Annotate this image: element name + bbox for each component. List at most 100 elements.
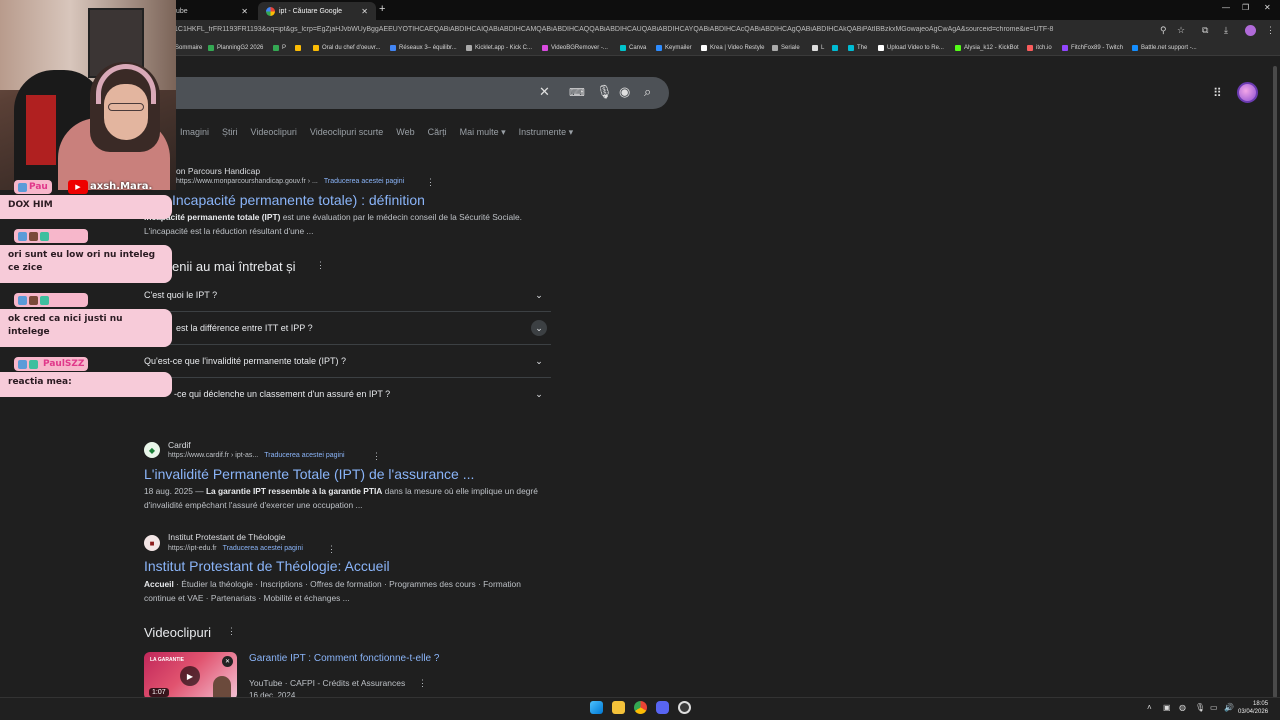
clear-icon[interactable]: ✕ — [539, 84, 550, 100]
bookmark-item[interactable]: Keymailer — [656, 45, 692, 51]
bookmark-item[interactable]: PlanningG2 2026 — [208, 45, 263, 51]
chevron-down-icon: ⌄ — [535, 355, 543, 366]
paa-question[interactable]: C'est quoi le IPT ? ⌄ — [144, 279, 551, 312]
bookmark-item[interactable]: Réseaux 3– équilibr... — [390, 45, 457, 51]
extensions-icon[interactable]: ⧉ — [1202, 25, 1208, 36]
bookmark-item[interactable]: Canva — [620, 45, 646, 51]
cardif-favicon-icon: ◆ — [144, 442, 160, 458]
filter-news[interactable]: Știri — [222, 127, 238, 138]
video-title-link[interactable]: Garantie IPT : Comment fonctionne-t-elle… — [249, 653, 439, 664]
tab-label: ube — [176, 7, 188, 15]
close-icon[interactable]: ✕ — [361, 7, 368, 16]
lens-icon[interactable]: ◉ — [619, 84, 630, 100]
filter-more[interactable]: Mai multe ▾ — [460, 127, 506, 138]
bookmark-item[interactable]: Krea | Video Restyle — [701, 45, 764, 51]
minimize-icon[interactable]: — — [1222, 3, 1230, 12]
bookmark-item[interactable]: Sommaire — [175, 45, 202, 51]
chat-message: ori sunt eu low ori nu inteleg ce zice — [0, 245, 172, 283]
site-icon — [848, 45, 854, 51]
result-cite: https://www.cardif.fr › ipt-as... Traduce… — [168, 452, 345, 459]
result-title-link[interactable]: Institut Protestant de Théologie: Accuei… — [144, 558, 390, 574]
tray-chevron-icon[interactable]: ˄ — [1147, 703, 1152, 712]
filter-short-videos[interactable]: Videoclipuri scurte — [310, 127, 383, 138]
bookmark-item[interactable]: P — [273, 45, 286, 51]
more-options-icon[interactable]: ⋮ — [372, 451, 381, 462]
more-options-icon[interactable]: ⋮ — [418, 678, 427, 689]
file-explorer-icon[interactable] — [612, 701, 625, 714]
bookmark-item[interactable]: itch.io — [1027, 45, 1052, 51]
menu-icon[interactable]: ⋮ — [1266, 25, 1275, 36]
site-icon — [832, 45, 838, 51]
bookmark-item[interactable]: L — [812, 45, 824, 51]
more-options-icon[interactable]: ⋮ — [316, 260, 325, 271]
videobg-icon — [542, 45, 548, 51]
account-avatar[interactable] — [1237, 82, 1258, 103]
bookmark-item[interactable]: Battle.net support -... — [1132, 45, 1197, 51]
apps-grid-icon[interactable]: ⠿ — [1213, 86, 1222, 100]
bookmark-item[interactable]: Kicklet.app - Kick C... — [466, 45, 532, 51]
badge-icon — [29, 295, 38, 305]
filter-images[interactable]: Imagini — [180, 127, 209, 138]
bookmark-star-icon[interactable]: ☆ — [1177, 25, 1185, 36]
profile-icon[interactable] — [1245, 25, 1256, 36]
search-icon[interactable]: ⌕ — [644, 84, 651, 100]
tray-app-icon[interactable]: 🎙 — [1195, 703, 1205, 712]
window-close-icon[interactable]: ✕ — [1264, 3, 1271, 12]
url-field[interactable]: 1C1HKFL_frFR1193FR1193&oq=ipt&gs_lcrp=Eg… — [174, 26, 1074, 33]
filter-tools[interactable]: Instrumente ▾ — [519, 127, 574, 138]
tray-app-icon[interactable]: ▣ — [1163, 703, 1171, 712]
chevron-down-icon: ⌄ — [535, 388, 543, 399]
windows-start-icon[interactable] — [590, 701, 603, 714]
discord-icon[interactable] — [656, 701, 669, 714]
more-options-icon[interactable]: ⋮ — [327, 544, 336, 555]
result-cite: https://ipt-edu.fr Traducerea acestei pag… — [168, 545, 303, 552]
bookmark-item[interactable]: Oral du chef d'oeuvr... — [313, 45, 381, 51]
bookmark-item[interactable]: VideoBGRemover -... — [542, 45, 608, 51]
result-title-link[interactable]: Incapacité permanente totale) : définiti… — [172, 192, 425, 208]
bookmark-item[interactable]: Upload Video to Re... — [878, 45, 944, 51]
result-title-link[interactable]: L'invalidité Permanente Totale (IPT) de … — [144, 466, 474, 482]
bookmark-item[interactable]: Seriale — [772, 45, 800, 51]
slides-icon — [313, 45, 319, 51]
filter-web[interactable]: Web — [396, 127, 414, 138]
keyboard-icon[interactable]: ⌨ — [569, 86, 585, 99]
obs-icon[interactable] — [678, 701, 691, 714]
bookmark-item[interactable]: Alysia_k12 - KickBot — [955, 45, 1019, 51]
translate-link[interactable]: Traducerea acestei pagini — [264, 452, 344, 459]
more-options-icon[interactable]: ⋮ — [426, 177, 435, 188]
tab-youtube[interactable]: ube ✕ — [168, 2, 256, 20]
battlenet-icon — [1132, 45, 1138, 51]
translate-link[interactable]: Traducerea acestei pagini — [324, 178, 404, 185]
new-tab-icon[interactable]: + — [379, 3, 385, 15]
bookmark-item[interactable]: FitchFox89 - Twitch — [1062, 45, 1123, 51]
network-icon[interactable]: ▭ — [1210, 703, 1218, 712]
badge-icon — [18, 231, 27, 241]
translate-link[interactable]: Traducerea acestei pagini — [223, 545, 303, 552]
bookmark-item[interactable] — [832, 45, 841, 51]
video-thumbnail[interactable]: LA GARANTIE ✕ ▶ 1:07 — [144, 652, 237, 700]
filter-books[interactable]: Cărți — [428, 127, 447, 138]
paa-question[interactable]: Qu'est-ce que l'invalidité permanente to… — [144, 345, 551, 378]
filter-videos[interactable]: Videoclipuri — [251, 127, 297, 138]
search-input[interactable] — [150, 77, 669, 109]
bookmark-icon — [812, 45, 818, 51]
microphone-icon[interactable]: 🎙 — [596, 84, 613, 100]
paa-question[interactable]: -ce qui déclenche un classement d'un ass… — [144, 378, 551, 411]
tray-app-icon[interactable]: ◍ — [1179, 703, 1186, 712]
volume-icon[interactable]: 🔊 — [1224, 703, 1234, 712]
bookmark-item[interactable] — [295, 45, 304, 51]
restore-icon[interactable]: ❐ — [1242, 3, 1249, 12]
downloads-icon[interactable]: ⤓ — [1224, 25, 1228, 36]
scrollbar-thumb[interactable] — [1273, 66, 1277, 698]
tab-label: ipt - Căutare Google — [279, 7, 343, 15]
chrome-icon[interactable] — [634, 701, 647, 714]
chevron-down-icon: ⌄ — [535, 289, 543, 300]
zoom-icon[interactable]: ⚲ — [1160, 25, 1167, 36]
tab-google-search[interactable]: ipt - Căutare Google ✕ — [258, 2, 376, 20]
close-icon[interactable]: ✕ — [241, 7, 248, 16]
paa-question[interactable]: est la différence entre ITT et IPP ? ⌄ — [144, 312, 551, 345]
taskbar-clock[interactable]: 18:05 03/04/2026 — [1238, 700, 1268, 716]
more-options-icon[interactable]: ⋮ — [227, 626, 236, 637]
bookmark-item[interactable]: The — [848, 45, 867, 51]
ipt-favicon-icon: ■ — [144, 535, 160, 551]
